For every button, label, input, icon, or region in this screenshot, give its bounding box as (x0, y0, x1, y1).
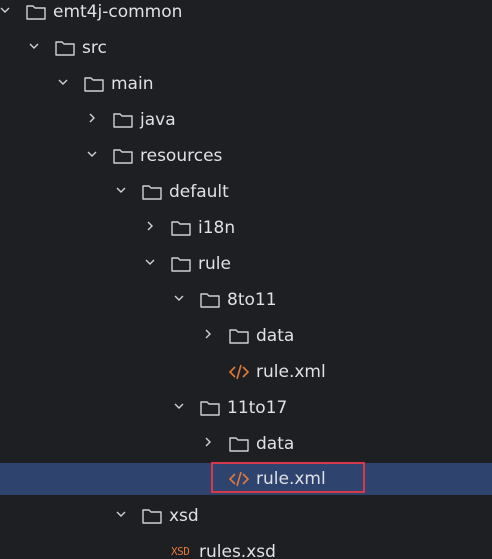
tree-item-label: java (140, 110, 176, 130)
tree-item-label: default (169, 182, 229, 202)
chevron-right-icon[interactable] (87, 113, 96, 123)
folder-icon (25, 2, 47, 22)
chevron-down-icon[interactable] (116, 185, 126, 194)
chevron-down-icon[interactable] (174, 293, 184, 302)
tree-row-data-11to17[interactable]: data (0, 428, 492, 460)
tree-row-main[interactable]: main (0, 68, 492, 100)
folder-icon (170, 254, 192, 274)
xml-file-icon (228, 362, 250, 382)
folder-icon (141, 182, 163, 202)
folder-icon (83, 74, 105, 94)
tree-row-rule-xml-8to11[interactable]: rule.xml (0, 356, 492, 388)
tree-row-rules-xsd[interactable]: XSD rules.xsd (0, 536, 492, 559)
chevron-down-icon[interactable] (145, 257, 155, 266)
tree-row-i18n[interactable]: i18n (0, 212, 492, 244)
chevron-down-icon[interactable] (0, 5, 10, 14)
folder-icon (199, 398, 221, 418)
folder-icon (228, 326, 250, 346)
folder-icon (170, 218, 192, 238)
tree-item-label: rules.xsd (199, 542, 276, 559)
tree-row-8to11[interactable]: 8to11 (0, 284, 492, 316)
tree-row-data-8to11[interactable]: data (0, 320, 492, 352)
highlight-annotation-box (211, 462, 365, 493)
tree-item-label: emt4j-common (53, 2, 183, 22)
tree-item-label: rule (198, 254, 231, 274)
folder-icon (141, 506, 163, 526)
xsd-file-icon: XSD (171, 545, 190, 558)
folder-icon (54, 38, 76, 58)
chevron-down-icon[interactable] (58, 77, 68, 86)
folder-icon (228, 434, 250, 454)
project-tree: emt4j-common src main java resources def… (0, 0, 492, 559)
tree-item-label: data (256, 434, 295, 454)
tree-item-label: 8to11 (227, 290, 277, 310)
tree-row-resources[interactable]: resources (0, 140, 492, 172)
folder-icon (199, 290, 221, 310)
tree-item-label: 11to17 (227, 398, 288, 418)
tree-row-emt4j-common[interactable]: emt4j-common (0, 0, 492, 28)
tree-item-label: src (82, 38, 107, 58)
tree-row-11to17[interactable]: 11to17 (0, 392, 492, 424)
tree-item-label: resources (140, 146, 223, 166)
chevron-down-icon[interactable] (87, 149, 97, 158)
tree-row-default[interactable]: default (0, 176, 492, 208)
tree-row-rule[interactable]: rule (0, 248, 492, 280)
chevron-right-icon[interactable] (203, 329, 212, 339)
chevron-down-icon[interactable] (29, 41, 39, 50)
tree-item-label: data (256, 326, 295, 346)
tree-item-label: main (111, 74, 154, 94)
tree-row-src[interactable]: src (0, 32, 492, 64)
tree-row-xsd[interactable]: xsd (0, 500, 492, 532)
chevron-right-icon[interactable] (203, 437, 212, 447)
tree-item-label: xsd (169, 506, 199, 526)
chevron-down-icon[interactable] (116, 509, 126, 518)
tree-row-java[interactable]: java (0, 104, 492, 136)
folder-icon (112, 146, 134, 166)
tree-item-label: i18n (198, 218, 236, 238)
tree-item-label: rule.xml (256, 362, 326, 382)
chevron-right-icon[interactable] (145, 221, 154, 231)
chevron-down-icon[interactable] (174, 401, 184, 410)
folder-icon (112, 110, 134, 130)
